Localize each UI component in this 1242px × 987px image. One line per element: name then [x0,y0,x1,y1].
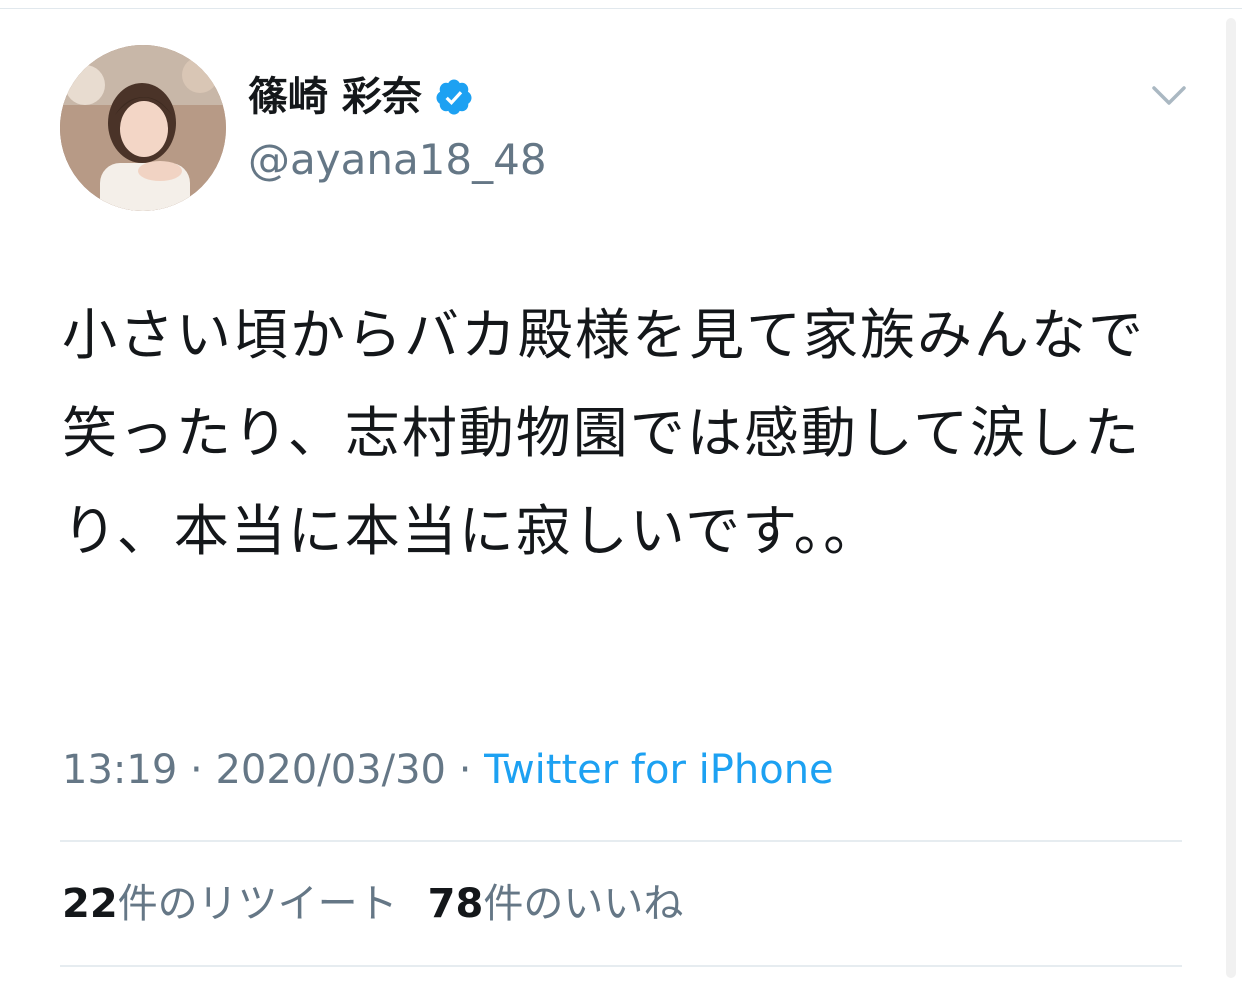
stats-divider-top [60,840,1182,842]
tweet-time[interactable]: 13:19 [62,747,177,793]
top-divider [0,8,1242,9]
author-display-name[interactable]: 篠崎 彩奈 [248,72,422,122]
likes-count: 78 [427,881,484,927]
author-name-row[interactable]: 篠崎 彩奈 [248,72,474,122]
meta-separator: · [177,747,216,793]
likes-stat[interactable]: 78件のいいね [428,881,684,927]
tweet-source-link[interactable]: Twitter for iPhone [484,747,834,793]
scrollbar[interactable] [1226,18,1236,978]
avatar-image [60,45,226,211]
tweet-meta: 13:19 · 2020/03/30 · Twitter for iPhone [62,744,834,796]
retweets-label: 件のリツイート [117,881,398,927]
tweet-text: 小さい頃からバカ殿様を見て家族みんなで笑ったり、志村動物園では感動して涙したり、… [62,303,1146,563]
chevron-down-icon[interactable] [1150,82,1188,110]
avatar[interactable] [60,45,226,211]
retweets-count: 22 [62,881,118,927]
retweets-stat[interactable]: 22件のリツイート [62,881,398,927]
likes-label: 件のいいね [483,881,684,927]
author-handle[interactable]: @ayana18_48 [248,136,547,184]
tweet-stats: 22件のリツイート 78件のいいね [62,876,683,932]
meta-separator: · [445,747,485,793]
tweet-date[interactable]: 2020/03/30 [215,747,446,793]
verified-badge-icon [434,77,474,117]
stats-divider-bottom [60,965,1182,967]
